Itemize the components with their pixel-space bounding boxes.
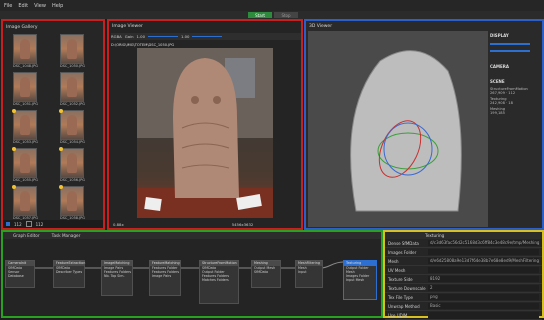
photo-display[interactable] [137, 48, 273, 218]
menu-edit[interactable]: Edit [18, 3, 28, 9]
viewer-controls: RGBA Gain 1.00 1.00 [111, 33, 301, 40]
attr-row: Unwrap Method Basic [385, 302, 542, 311]
thumbnail[interactable]: DSC_1056.JPG [59, 147, 85, 182]
thumbnail[interactable]: DSC_1058.JPG [59, 185, 85, 220]
image-count: 112 [14, 221, 22, 227]
graph-node[interactable]: StructureFromMotion SfMData Output Folder F… [199, 260, 239, 304]
toolbar: Start Stop [0, 11, 544, 19]
statue-photo [137, 48, 273, 218]
menu-view[interactable]: View [34, 3, 46, 9]
status-dot-icon [59, 147, 63, 151]
gain-slider[interactable] [148, 36, 178, 37]
attr-row: Texture Downscale 2 [385, 284, 542, 293]
camera-section: CAMERA [490, 64, 509, 69]
thumbnail[interactable]: DSC_1057.JPG [12, 185, 38, 220]
viewer-footer: 0.88x 5456x3632 [111, 220, 301, 228]
zoom-level: 0.88x [113, 221, 124, 227]
3d-viewport[interactable] [308, 31, 488, 227]
display-slider[interactable] [490, 43, 530, 45]
display-slider-2[interactable] [490, 50, 530, 52]
attr-row: Images Folder [385, 248, 542, 257]
thumbnail[interactable]: DSC_1052.JPG [60, 72, 85, 106]
gain-value[interactable]: 1.00 [137, 34, 145, 39]
status-dot-icon [12, 147, 16, 151]
thumbnail[interactable]: DSC_1051.JPG [13, 72, 38, 106]
graph-node[interactable]: FeatureMatching Features Folder Features F… [149, 260, 181, 296]
meshing-stats: 199,185 [490, 111, 505, 115]
sfm-stats: 267,909 · 112 [490, 91, 516, 95]
graph-editor-panel: Graph Editor Task Manager CameraInit SfMD… [1, 230, 383, 318]
image-resolution: 5456x3632 [231, 221, 254, 227]
attr-row: UV Mesh [385, 266, 542, 275]
graph-node[interactable]: FeatureExtraction SfMData Describer Types [53, 260, 85, 288]
status-dot-icon [59, 185, 63, 189]
display-section: DISPLAY [490, 33, 509, 38]
graph-node[interactable]: Meshing Output Mesh SfMData [251, 260, 281, 288]
thumbnail[interactable]: DSC_1054.JPG [59, 109, 85, 144]
thumbnail[interactable]: DSC_1053.JPG [12, 109, 38, 144]
3d-sidebar: DISPLAY CAMERA SCENE StructureFromMotion… [490, 33, 542, 115]
gamma-slider[interactable] [192, 36, 223, 37]
attr-row: Dense SfMData d/c3d63fac56d2c5168d3c6ff84… [385, 239, 542, 248]
filter-icon[interactable] [25, 221, 32, 227]
graph-node-selected[interactable]: Texturing Output Folder Mesh Images Folder I… [343, 260, 377, 300]
attr-row: Texture Side 8192 [385, 275, 542, 284]
texturing-stats: 242,908 · 18 [490, 101, 513, 105]
image-gallery-panel: Image Gallery DSC_1048.JPG DSC_1050.JPG … [1, 19, 105, 230]
image-path: D:\ORIG\IMG\TOTEM\DSC_1050.JPG [111, 43, 175, 47]
attr-row: Tex File Type png [385, 293, 542, 302]
thumbnail[interactable]: DSC_1055.JPG [12, 147, 38, 182]
attribute-editor-title: Texturing [385, 232, 542, 239]
scene-section: SCENE [490, 79, 505, 84]
gamma-value[interactable]: 1.00 [181, 34, 189, 39]
gallery-footer: 112 112 [3, 220, 103, 228]
attr-row: Use UDIM [385, 311, 542, 320]
attribute-editor-panel: Texturing Dense SfMData d/c3d63fac56d2c51… [383, 230, 544, 320]
mesh-render [308, 31, 488, 227]
graph-node[interactable]: ImageMatching Image Pairs Features Folders… [101, 260, 133, 296]
menu-bar: File Edit View Help [0, 0, 544, 11]
thumbnail[interactable]: DSC_1050.JPG [60, 34, 85, 68]
image-viewer-title: Image Viewer [112, 24, 143, 29]
thumbnail[interactable]: DSC_1048.JPG [13, 34, 38, 68]
image-viewer-panel: Image Viewer RGBA Gain 1.00 1.00 D:\ORIG… [107, 19, 303, 230]
status-dot-icon [59, 109, 63, 113]
menu-file[interactable]: File [4, 3, 12, 9]
start-button[interactable]: Start [248, 12, 272, 18]
mode-select[interactable]: RGBA [111, 34, 122, 39]
status-dot-icon [12, 109, 16, 113]
image-icon [6, 222, 10, 226]
image-count-filtered: 112 [35, 221, 44, 227]
menu-help[interactable]: Help [52, 3, 63, 9]
image-gallery-title: Image Gallery [6, 25, 38, 30]
attr-row: Mesh d/e6d25808a9e13d7f64e38b7e68e8ed9/Me… [385, 257, 542, 266]
graph-node[interactable]: MeshFiltering Mesh Input [295, 260, 323, 288]
graph-node[interactable]: CameraInit SfMData Sensor Database [5, 260, 35, 288]
gain-label: Gain [124, 34, 134, 39]
3d-viewer-panel: 3D Viewer DISPLAY CAMERA SCENE Structure… [304, 19, 544, 230]
3d-viewer-title: 3D Viewer [309, 24, 333, 29]
stop-button[interactable]: Stop [274, 12, 298, 18]
status-dot-icon [12, 185, 16, 189]
